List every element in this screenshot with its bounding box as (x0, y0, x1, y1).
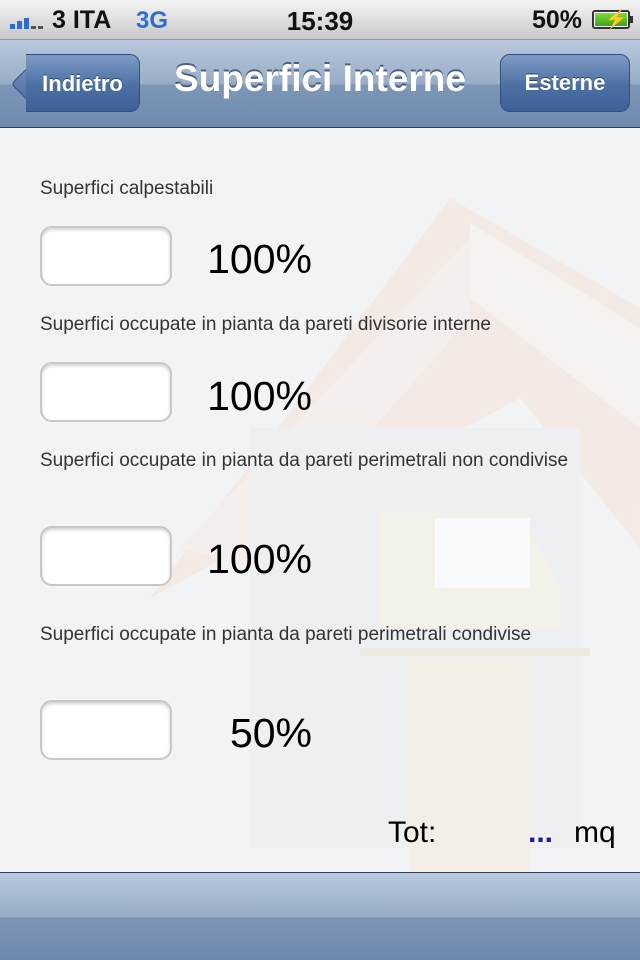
esterne-button[interactable]: Esterne (500, 54, 630, 112)
bottom-toolbar (0, 872, 640, 960)
page-title: Superfici Interne (174, 58, 466, 99)
row-label: Superfici calpestabili (40, 178, 214, 199)
status-bar: 3 ITA 3G 15:39 50% ⚡ (0, 0, 640, 40)
back-button[interactable]: Indietro (26, 54, 140, 112)
content-area: Superfici calpestabili 100% Superfici oc… (0, 128, 640, 872)
total-unit: mq (574, 816, 616, 849)
row-percent: 50% (229, 710, 312, 756)
pareti-non-condivise-input[interactable] (40, 526, 172, 586)
row-percent: 100% (207, 373, 312, 419)
battery-percent: 50% (531, 6, 582, 34)
row-label: Superfici occupate in pianta da pareti p… (40, 624, 532, 645)
navigation-bar: Indietro Superfici Interne Esterne (0, 40, 640, 128)
total-value: ... (528, 816, 554, 849)
row-percent: 100% (207, 236, 312, 282)
calpestabili-input[interactable] (40, 226, 172, 286)
pareti-condivise-input[interactable] (40, 700, 172, 760)
total-label: Tot: (388, 816, 437, 849)
row-label: Superfici occupate in pianta da pareti d… (40, 314, 491, 335)
pareti-divisorie-input[interactable] (40, 362, 172, 422)
row-percent: 100% (207, 536, 312, 582)
battery-charging-icon: ⚡ (592, 9, 633, 29)
row-label: Superfici occupate in pianta da pareti p… (40, 450, 569, 471)
